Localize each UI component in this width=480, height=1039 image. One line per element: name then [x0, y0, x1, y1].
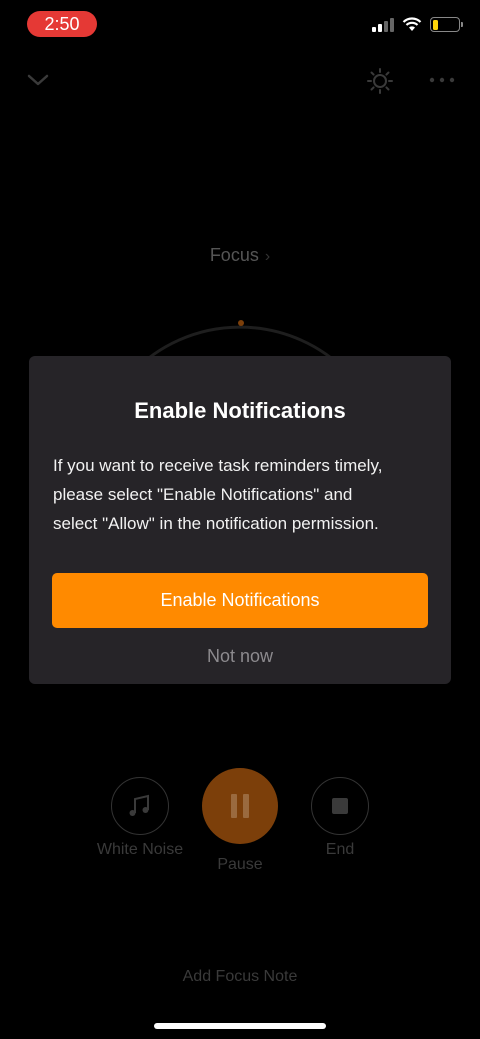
brightness-icon[interactable]: [366, 67, 394, 95]
enable-notifications-dialog: Enable Notifications If you want to rece…: [29, 356, 451, 684]
dialog-title: Enable Notifications: [134, 398, 346, 423]
add-focus-note[interactable]: Add Focus Note: [0, 968, 480, 986]
end-button[interactable]: End: [300, 777, 380, 859]
wifi-icon: [402, 17, 422, 31]
focus-mode-selector[interactable]: Focus ›: [0, 245, 480, 266]
music-note-icon: [129, 794, 149, 816]
dialog-message: If you want to receive task reminders ti…: [53, 451, 433, 538]
chevron-right-icon: ›: [264, 248, 271, 265]
home-indicator[interactable]: [154, 1023, 326, 1029]
battery-icon: [430, 17, 463, 32]
status-icons: [372, 17, 463, 32]
focus-label: Focus: [209, 245, 259, 265]
more-icon[interactable]: [428, 72, 456, 88]
pause-icon: [231, 794, 249, 818]
timer-progress-dot: [238, 320, 244, 326]
dialog-message-line: If you want to receive task reminders ti…: [53, 456, 383, 475]
status-time[interactable]: 2:50: [27, 11, 97, 37]
not-now-button[interactable]: Not now: [29, 646, 451, 667]
battery-level: [432, 19, 438, 30]
pause-label: Pause: [217, 856, 263, 873]
white-noise-circle[interactable]: [111, 777, 169, 835]
signal-icon: [372, 17, 394, 32]
status-bar: 2:50: [0, 0, 480, 50]
timer-controls: White Noise Pause End: [0, 768, 480, 878]
white-noise-label: White Noise: [96, 841, 184, 858]
stop-icon: [332, 798, 348, 814]
chevron-down-icon[interactable]: [24, 68, 52, 92]
top-bar: [0, 60, 480, 100]
white-noise-button[interactable]: White Noise: [92, 777, 188, 859]
end-label: End: [325, 841, 355, 858]
end-circle[interactable]: [311, 777, 369, 835]
pause-button[interactable]: Pause: [200, 768, 280, 874]
enable-notifications-button[interactable]: Enable Notifications: [52, 573, 428, 628]
dialog-message-line: select "Allow" in the notification permi…: [53, 514, 379, 533]
dialog-message-line: please select "Enable Notifications" and: [53, 485, 353, 504]
pause-circle[interactable]: [202, 768, 278, 844]
